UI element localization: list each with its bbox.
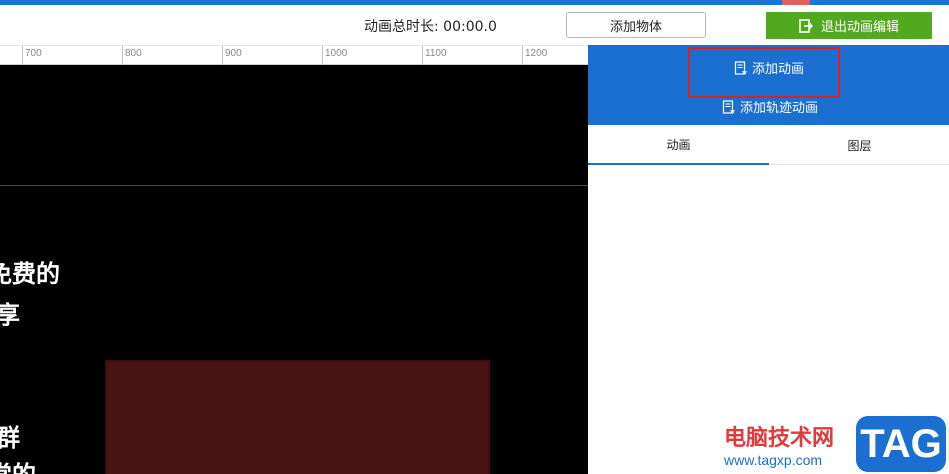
ruler-tick [222,46,223,65]
watermark-url: www.tagxp.com [724,452,823,468]
add-path-animation-label: 添加轨迹动画 [740,101,819,116]
ruler-tick-label: 1000 [325,48,348,59]
canvas-text-line[interactable]: 享 [0,295,20,330]
guide-line [0,185,588,186]
total-duration-label: 动画总时长: 00:00.0 [364,19,497,35]
animation-actions-header: 添加动画 添加轨迹动画 [588,45,949,125]
slide-canvas[interactable]: 免费的 享 群 常的 [0,65,588,474]
canvas-text-line[interactable]: 免费的 [0,254,60,289]
watermark-badge: TAG [856,416,946,472]
exit-animation-edit-label: 退出动画编辑 [820,20,899,35]
canvas-text-line[interactable]: 群 [0,418,20,453]
ruler-tick-label: 800 [125,48,142,59]
watermark: 电脑技术网 www.tagxp.com TAG [720,412,949,474]
ruler-tick [22,46,23,65]
toolbar: 动画总时长: 00:00.0 添加物体 退出动画编辑 [0,5,949,45]
tab-animation[interactable]: 动画 [588,125,769,165]
ruler-tick-label: 1200 [525,48,548,59]
horizontal-ruler: 700 800 900 1000 1100 1200 [0,45,588,65]
ruler-tick-label: 700 [25,48,42,59]
tab-layers[interactable]: 图层 [769,125,949,165]
animation-panel: 添加动画 添加轨迹动画 动画 图层 [588,45,949,474]
ruler-tick [522,46,523,65]
ruler-tick-label: 1100 [425,48,447,59]
exit-animation-edit-button[interactable]: 退出动画编辑 [766,12,932,39]
canvas-text-line[interactable]: 常的 [0,455,36,474]
ruler-tick [322,46,323,65]
exit-icon [799,18,813,33]
red-shape-object[interactable] [105,360,490,474]
ruler-tick [122,46,123,65]
watermark-site-name: 电脑技术网 [724,426,835,451]
highlight-annotation-box [688,47,840,98]
ruler-tick [422,46,423,65]
panel-tabs: 动画 图层 [588,125,949,165]
add-object-button[interactable]: 添加物体 [566,12,706,38]
add-path-animation-icon [722,99,736,114]
ruler-tick-label: 900 [225,48,242,59]
add-path-animation-button[interactable]: 添加轨迹动画 [722,97,818,116]
